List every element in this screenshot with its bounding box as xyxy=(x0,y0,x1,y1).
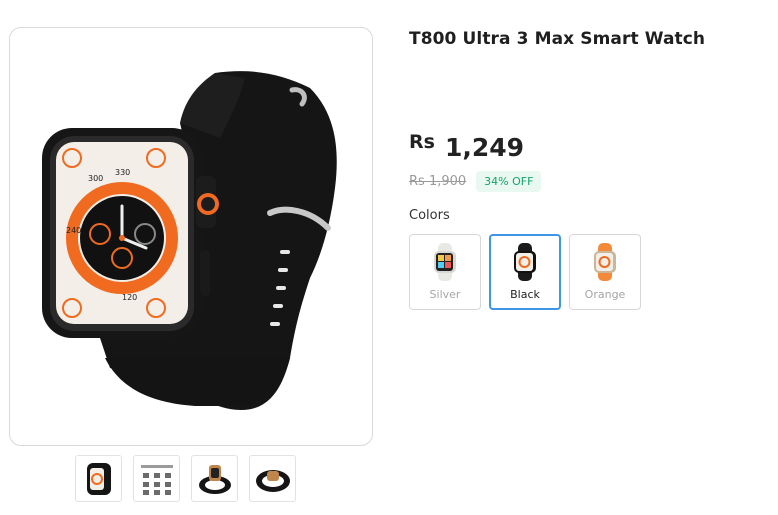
color-option-label: Orange xyxy=(584,288,626,301)
svg-text:300: 300 xyxy=(88,174,103,183)
colors-label: Colors xyxy=(409,208,450,223)
product-title: T800 Ultra 3 Max Smart Watch xyxy=(409,29,706,49)
color-options: Silver Black Orange xyxy=(409,234,641,310)
discount-badge: 34% OFF xyxy=(476,171,542,192)
silver-watch-icon xyxy=(434,243,456,281)
svg-text:330: 330 xyxy=(115,168,130,177)
color-option-orange[interactable]: Orange xyxy=(569,234,641,310)
svg-text:240: 240 xyxy=(66,226,81,235)
color-option-black[interactable]: Black xyxy=(489,234,561,310)
price: Rs 1,249 xyxy=(409,131,525,162)
color-option-label: Black xyxy=(510,288,540,301)
thumbnail-feature-grid[interactable] xyxy=(133,455,180,502)
svg-text:120: 120 xyxy=(122,293,137,302)
currency-symbol: Rs xyxy=(409,131,435,153)
black-smartwatch-image: 300 330 240 120 xyxy=(42,71,337,411)
thumbnail-black-watch[interactable] xyxy=(75,455,122,502)
watch-band-side-thumbnail xyxy=(255,469,290,492)
color-option-label: Silver xyxy=(429,288,461,301)
price-value: 1,249 xyxy=(444,133,525,162)
thumbnail-watch-band-side[interactable] xyxy=(249,455,296,502)
orange-watch-icon xyxy=(594,243,616,281)
original-price-row: Rs 1,900 34% OFF xyxy=(409,171,542,192)
feature-grid-thumbnail xyxy=(140,464,173,495)
thumbnail-watch-band[interactable] xyxy=(191,455,238,502)
original-price: Rs 1,900 xyxy=(409,174,467,189)
main-product-image[interactable]: 300 330 240 120 xyxy=(9,27,373,446)
watch-band-thumbnail xyxy=(198,464,231,494)
thumbnail-strip xyxy=(75,455,296,502)
black-watch-thumbnail xyxy=(86,462,111,495)
color-option-silver[interactable]: Silver xyxy=(409,234,481,310)
black-watch-icon xyxy=(514,243,536,281)
